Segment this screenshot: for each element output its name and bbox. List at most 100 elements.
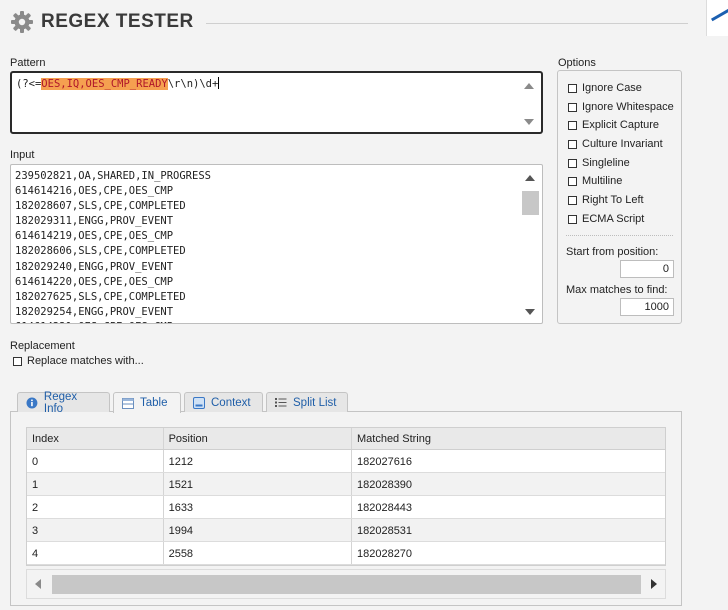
replace-checkbox-label: Replace matches with... [27, 355, 144, 367]
input-scrollbar[interactable] [520, 167, 540, 321]
option-culture-invariant[interactable]: Culture Invariant [568, 138, 663, 150]
options-label: Options [558, 57, 596, 69]
scroll-up-arrow-icon[interactable] [525, 175, 535, 181]
input-line: 182029254,ENGG,PROV_EVENT [15, 305, 174, 318]
option-checkbox[interactable] [568, 195, 577, 205]
option-checkbox[interactable] [568, 83, 577, 93]
tab-regex-info[interactable]: Regex Info [17, 390, 110, 415]
scroll-right-arrow-icon[interactable] [651, 579, 657, 589]
table-row[interactable]: 4 2558 182028270 [27, 542, 665, 565]
scroll-down-arrow-icon[interactable] [524, 119, 534, 125]
column-header[interactable]: Index [27, 428, 164, 449]
table-horizontal-scrollbar[interactable] [26, 569, 666, 599]
input-line: 182027625,SLS,CPE,COMPLETED [15, 290, 186, 303]
pattern-prefix: (?<= [16, 78, 42, 90]
pattern-highlight: OES,IQ,OES_CMP_READY [41, 78, 168, 90]
option-ignore-case[interactable]: Ignore Case [568, 82, 642, 94]
table-row[interactable]: 0 1212 182027616 [27, 450, 665, 473]
gear-icon [11, 11, 33, 33]
option-checkbox[interactable] [568, 102, 577, 112]
table-cell: 3 [27, 519, 164, 541]
option-label: ECMA Script [582, 213, 645, 225]
option-checkbox[interactable] [568, 120, 577, 130]
table-row[interactable]: 1 1521 182028390 [27, 473, 665, 496]
input-line: 182028607,SLS,CPE,COMPLETED [15, 200, 186, 213]
table-cell: 182028531 [356, 525, 413, 537]
tab-split-list[interactable]: Split List [266, 392, 348, 412]
table-header: Index Position Matched String [27, 428, 665, 450]
input-textarea[interactable]: 239502821,OA,SHARED,IN_PROGRESS 614614216… [10, 164, 543, 324]
scroll-thumb[interactable] [52, 575, 641, 594]
option-singleline[interactable]: Singleline [568, 157, 630, 169]
table-cell: 2 [27, 496, 164, 518]
input-line: 614614216,OES,CPE,OES_CMP [15, 185, 174, 198]
document-icon [193, 396, 205, 409]
app-title: REGEX TESTER [41, 11, 194, 32]
option-checkbox[interactable] [568, 176, 577, 186]
pattern-label: Pattern [10, 57, 46, 69]
input-line: 182028606,SLS,CPE,COMPLETED [15, 245, 186, 258]
header-divider [205, 22, 688, 24]
table-row[interactable]: 2 1633 182028443 [27, 496, 665, 519]
scroll-thumb[interactable] [522, 191, 539, 215]
table-cell: 4 [27, 542, 164, 564]
max-matches-label: Max matches to find: [566, 284, 668, 296]
table-cell: 1521 [164, 473, 352, 495]
replace-option[interactable]: Replace matches with... [13, 355, 144, 367]
option-checkbox[interactable] [568, 214, 577, 224]
table-cell: 1212 [164, 450, 352, 472]
option-ecma-script[interactable]: ECMA Script [568, 213, 644, 225]
column-header[interactable]: Matched String [352, 428, 665, 449]
option-label: Explicit Capture [582, 119, 660, 131]
info-icon [26, 397, 38, 408]
option-checkbox[interactable] [568, 158, 577, 168]
option-explicit-capture[interactable]: Explicit Capture [568, 119, 659, 131]
scroll-left-arrow-icon[interactable] [35, 579, 41, 589]
table-cell: 182027616 [356, 456, 413, 468]
pattern-text: (?<=OES,IQ,OES_CMP_READY\r\n)\d+ [16, 77, 220, 90]
options-panel: Ignore Case Ignore Whitespace Explicit Cap… [557, 70, 682, 324]
table-cell: 2558 [164, 542, 352, 564]
option-right-to-left[interactable]: Right To Left [568, 194, 644, 206]
tab-table[interactable]: Table [113, 392, 181, 413]
pattern-scrollbar[interactable] [519, 75, 539, 130]
start-position-input[interactable]: 0 [620, 260, 674, 278]
replace-checkbox[interactable] [13, 356, 22, 366]
table-icon [122, 397, 134, 409]
table-cell: 0 [27, 450, 164, 472]
option-label: Ignore Whitespace [582, 101, 674, 113]
tab-context[interactable]: Context [184, 392, 263, 412]
results-table: Index Position Matched String 0 1212 18202… [26, 427, 666, 566]
table-cell: 1994 [164, 519, 352, 541]
table-cell: 1 [27, 473, 164, 495]
table-cell: 182028443 [356, 502, 413, 514]
scroll-down-arrow-icon[interactable] [525, 309, 535, 315]
input-line: 239502821,OA,SHARED,IN_PROGRESS [15, 170, 211, 182]
pattern-suffix: \r\n)\d+ [167, 78, 219, 90]
scroll-up-arrow-icon[interactable] [524, 83, 534, 89]
table-row[interactable]: 3 1994 182028531 [27, 519, 665, 542]
pattern-input[interactable]: (?<=OES,IQ,OES_CMP_READY\r\n)\d+ [10, 71, 543, 134]
option-label: Right To Left [582, 194, 644, 206]
input-line: 182029240,ENGG,PROV_EVENT [15, 260, 174, 273]
input-line: 614614219,OES,CPE,OES_CMP [15, 230, 174, 243]
input-label: Input [10, 149, 35, 161]
table-cell: 1633 [164, 496, 352, 518]
option-label: Multiline [582, 175, 623, 187]
table-cell: 182028390 [356, 479, 413, 491]
text-caret [218, 77, 220, 89]
tab-label: Split List [293, 396, 337, 409]
option-checkbox[interactable] [568, 139, 577, 149]
start-position-label: Start from position: [566, 246, 659, 258]
option-ignore-whitespace[interactable]: Ignore Whitespace [568, 101, 674, 113]
tab-label: Context [211, 396, 251, 409]
column-header[interactable]: Position [164, 428, 352, 449]
input-text: 239502821,OA,SHARED,IN_PROGRESS 614614216… [15, 169, 211, 323]
option-label: Culture Invariant [582, 138, 663, 150]
tab-label: Regex Info [43, 390, 78, 415]
list-icon [275, 398, 287, 407]
input-line: 614614221,OES,CPE,OES_CMP [15, 320, 211, 323]
option-multiline[interactable]: Multiline [568, 175, 622, 187]
max-matches-input[interactable]: 1000 [620, 298, 674, 316]
corner-decoration [706, 0, 728, 36]
